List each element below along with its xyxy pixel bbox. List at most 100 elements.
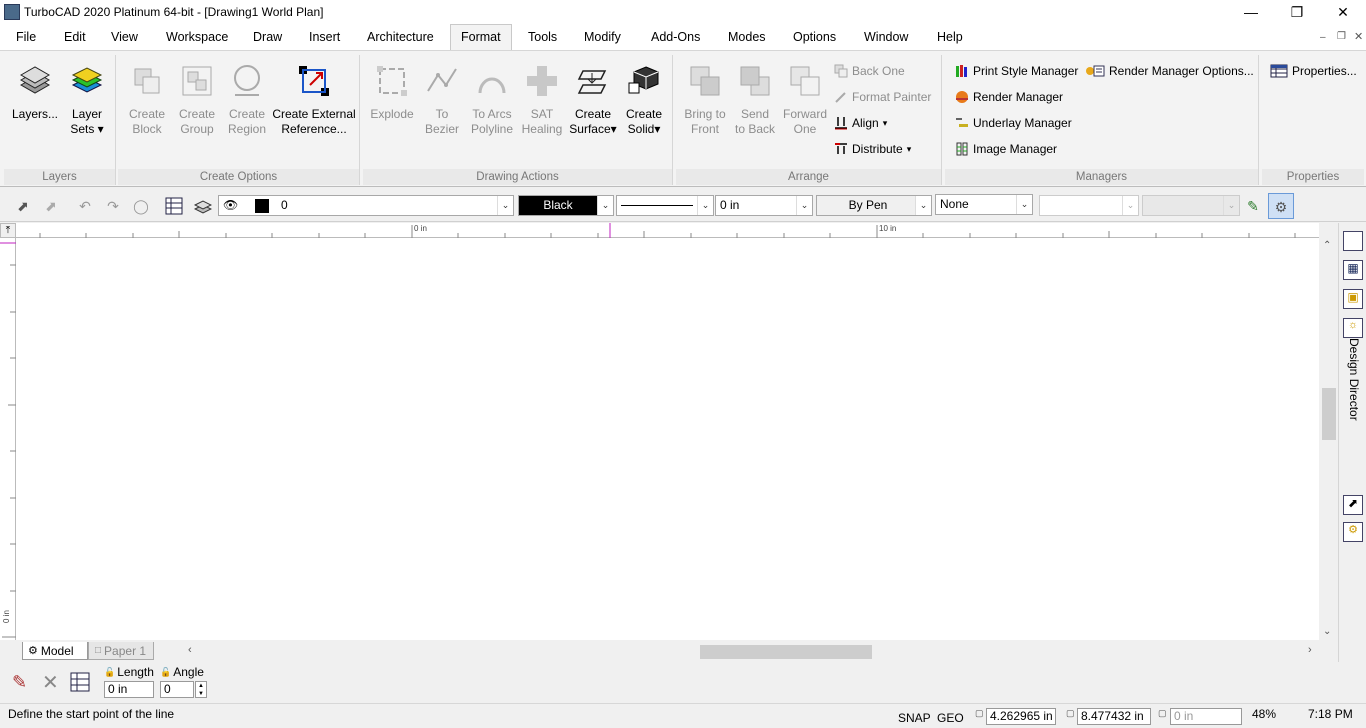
menu-edit[interactable]: Edit [64,30,86,44]
properties-button[interactable]: Properties... [1270,64,1357,78]
mdi-restore-icon[interactable]: ❐ [1337,31,1346,42]
explode-button[interactable]: Explode [367,63,417,122]
render-manager-options-button[interactable]: Render Manager Options... [1085,64,1254,78]
to-arcs-polyline-button[interactable]: To Arcs Polyline [467,63,517,137]
select-arrow-icon[interactable]: ⬈ [14,197,32,215]
create-region-button[interactable]: Create Region [222,63,272,137]
close-button[interactable]: ✕ [1320,0,1366,24]
image-manager-button[interactable]: Image Manager [955,142,1057,156]
render-manager-button[interactable]: Render Manager [955,90,1063,104]
align-button[interactable]: Align ▾ [834,116,887,130]
redo-icon[interactable]: ↷ [104,197,122,215]
x-coordinate-field[interactable]: 4.262965 in [986,708,1056,725]
scroll-down-icon[interactable]: ⌄ [1323,626,1331,637]
restore-button[interactable]: ❐ [1274,0,1320,24]
palette-icon[interactable]: ⚙ [1343,522,1363,542]
vertical-scroll-thumb[interactable] [1322,388,1336,440]
layer-dropdown[interactable]: 👁 0 ⌄ [218,195,514,216]
create-group-icon [182,66,212,96]
back-one-button[interactable]: Back One [834,64,905,78]
layer-view-toggle-icon[interactable]: ⚙ [1268,193,1294,219]
sub-style-dropdown[interactable]: ⌄ [1142,195,1240,216]
fill-dropdown[interactable]: None ⌄ [935,194,1033,215]
create-block-button[interactable]: Create Block [122,63,172,137]
layer-stack-icon[interactable] [193,197,213,215]
bring-to-front-button[interactable]: Bring to Front [680,63,730,137]
snap-toggle[interactable]: SNAP [898,711,931,725]
menu-options[interactable]: Options [793,30,836,44]
tab-paper-1[interactable]: □ Paper 1 [88,642,154,660]
y-coordinate-field[interactable]: 8.477432 in [1077,708,1151,725]
style-dropdown[interactable]: ⌄ [1039,195,1139,216]
menu-modes[interactable]: Modes [728,30,766,44]
pen-dropdown[interactable]: By Pen ⌄ [816,195,932,216]
menu-file[interactable]: File [16,30,36,44]
chevron-down-icon: ⌄ [1223,196,1239,215]
angle-input[interactable]: 0 [160,681,194,698]
geo-toggle[interactable]: GEO [937,711,964,725]
design-director-cube-icon[interactable]: ▣ [1343,289,1363,309]
design-director-lights-icon[interactable]: ☼ [1343,318,1363,338]
layers-button[interactable]: Layers... [10,63,60,122]
lasso-icon[interactable]: ◯ [132,197,150,215]
menu-add-ons[interactable]: Add-Ons [651,30,700,44]
forward-one-button[interactable]: Forward One [780,63,830,137]
create-group-button[interactable]: Create Group [172,63,222,137]
menu-format[interactable]: Format [450,24,512,51]
vertical-scrollbar[interactable]: ⌃ ⌄ [1320,238,1337,640]
angle-spinner[interactable]: ▲ ▼ [195,681,207,698]
to-bezier-button[interactable]: To Bezier [417,63,467,137]
color-dropdown[interactable]: Black ⌄ [518,195,614,216]
drawing-canvas[interactable] [16,238,1319,640]
create-solid-button[interactable]: Create Solid▾ [619,63,669,137]
create-block-icon [134,68,160,94]
undo-icon[interactable]: ↶ [76,197,94,215]
chevron-down-icon: ⌄ [497,196,513,215]
layer-sets-button[interactable]: Layer Sets ▾ [62,63,112,137]
scroll-up-icon[interactable]: ⌃ [1323,240,1331,251]
chevron-down-icon: ⌄ [1016,195,1032,214]
menu-tools[interactable]: Tools [528,30,557,44]
menu-modify[interactable]: Modify [584,30,621,44]
inspector-table-icon[interactable] [70,672,90,695]
menu-insert[interactable]: Insert [309,30,340,44]
design-director-label[interactable]: Design Director [1347,338,1361,421]
design-director-layers-icon[interactable] [1343,231,1363,251]
minimize-button[interactable]: — [1228,0,1274,24]
tab-model[interactable]: ⚙ Model [22,642,88,660]
cancel-x-icon[interactable]: ✕ [42,670,59,695]
select-edit-icon[interactable]: ⬈ [42,197,60,215]
selector-arrow-icon[interactable]: ⬈ [1343,495,1363,515]
design-table-icon[interactable] [165,197,183,215]
menu-workspace[interactable]: Workspace [166,30,228,44]
mdi-minimize-icon[interactable]: – [1320,32,1326,43]
create-surface-button[interactable]: Create Surface▾ [567,63,619,137]
ruler-origin-icon[interactable]: ⤒ [0,223,16,238]
design-director-zoom-icon[interactable]: ▦ [1343,260,1363,280]
menu-help[interactable]: Help [937,30,963,44]
print-style-manager-button[interactable]: Print Style Manager [955,64,1078,78]
menu-window[interactable]: Window [864,30,908,44]
horizontal-scroll-thumb[interactable] [700,645,872,659]
line-thickness-dropdown[interactable]: 0 in ⌄ [715,195,813,216]
pen-brush-icon[interactable]: ✎ [1244,197,1262,215]
scroll-left-icon[interactable]: ‹ [188,644,192,656]
send-to-back-button[interactable]: Send to Back [730,63,780,137]
create-external-reference-button[interactable]: Create External Reference... [272,63,356,137]
line-style-dropdown[interactable]: ⌄ [616,195,714,216]
scroll-right-icon[interactable]: › [1308,644,1312,656]
y-coord-icon: ▢ [1066,708,1075,718]
menu-architecture[interactable]: Architecture [367,30,434,44]
distribute-button[interactable]: Distribute ▾ [834,142,911,156]
properties-table-icon [1270,64,1288,78]
menu-draw[interactable]: Draw [253,30,282,44]
length-input[interactable]: 0 in [104,681,154,698]
line-tool-icon[interactable]: ✎ [12,672,27,693]
underlay-manager-button[interactable]: Underlay Manager [955,116,1072,130]
mdi-close-icon[interactable]: ✕ [1354,30,1363,43]
sat-healing-button[interactable]: SAT Healing [517,63,567,137]
z-coordinate-field[interactable]: 0 in [1170,708,1242,725]
group-drawing-actions: Explode To Bezier To Arcs Polyline SAT H… [363,55,673,185]
format-painter-button[interactable]: Format Painter [834,90,931,104]
menu-view[interactable]: View [111,30,138,44]
